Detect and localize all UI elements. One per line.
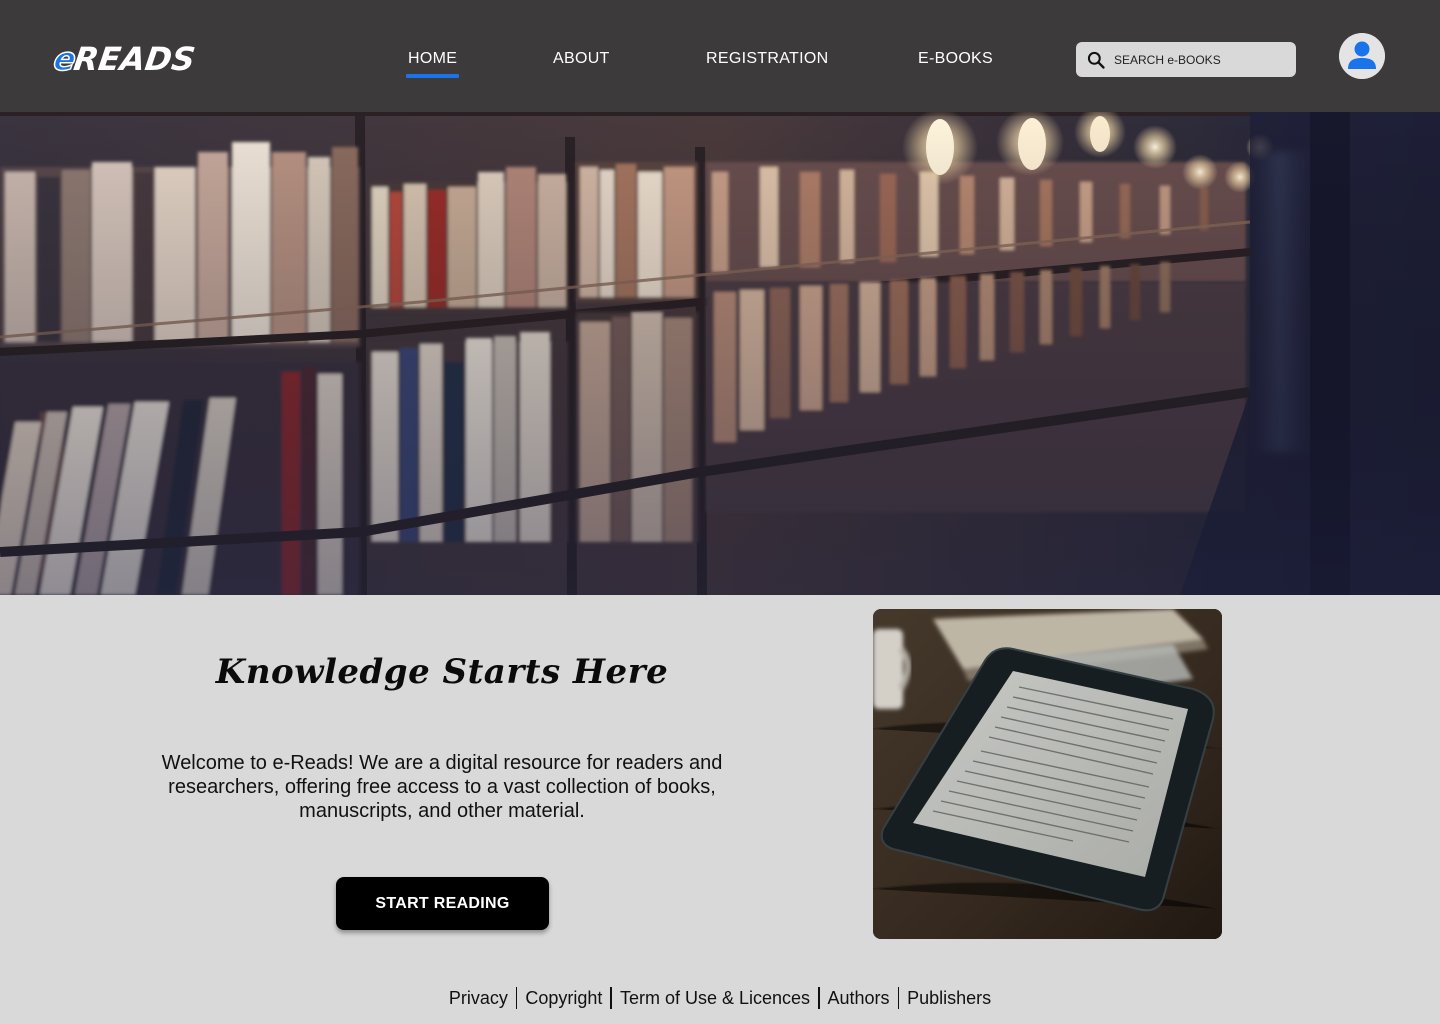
search-icon[interactable] bbox=[1086, 50, 1106, 70]
nav-about[interactable]: ABOUT bbox=[553, 50, 610, 72]
footer-link-authors[interactable]: Authors bbox=[828, 988, 890, 1009]
footer-divider bbox=[515, 987, 518, 1009]
start-reading-button[interactable]: START READING bbox=[336, 877, 549, 930]
intro-paragraph: Welcome to e-Reads! We are a digital res… bbox=[161, 752, 723, 822]
footer-link-privacy[interactable]: Privacy bbox=[449, 988, 508, 1009]
ereader-on-table-photo bbox=[873, 609, 1222, 939]
nav-e-books[interactable]: E-BOOKS bbox=[918, 50, 993, 72]
hero-library-image bbox=[0, 112, 1440, 595]
nav-active-indicator bbox=[406, 74, 459, 78]
site-header: e READS HOME ABOUT REGISTRATION E-BOOKS bbox=[0, 0, 1440, 112]
footer-link-copyright[interactable]: Copyright bbox=[525, 988, 602, 1009]
search-box[interactable] bbox=[1076, 42, 1296, 77]
headline: Knowledge Starts Here bbox=[215, 652, 669, 692]
user-silhouette-icon bbox=[1339, 33, 1385, 79]
footer-divider bbox=[897, 987, 900, 1009]
ereader-photo bbox=[873, 609, 1222, 939]
search-input[interactable] bbox=[1114, 42, 1290, 77]
footer-divider bbox=[610, 987, 612, 1009]
library-bookshelves-photo bbox=[0, 112, 1440, 595]
nav-home[interactable]: HOME bbox=[408, 50, 457, 72]
logo-wordmark: READS bbox=[71, 40, 198, 78]
user-avatar-icon[interactable] bbox=[1339, 33, 1385, 79]
footer-link-publishers[interactable]: Publishers bbox=[907, 988, 991, 1009]
footer-divider bbox=[818, 987, 820, 1009]
ereads-logo[interactable]: e READS bbox=[51, 39, 198, 80]
nav-registration[interactable]: REGISTRATION bbox=[706, 50, 828, 72]
footer-link-terms[interactable]: Term of Use & Licences bbox=[620, 988, 810, 1009]
site-footer: Privacy Copyright Term of Use & Licences… bbox=[0, 985, 1440, 1011]
